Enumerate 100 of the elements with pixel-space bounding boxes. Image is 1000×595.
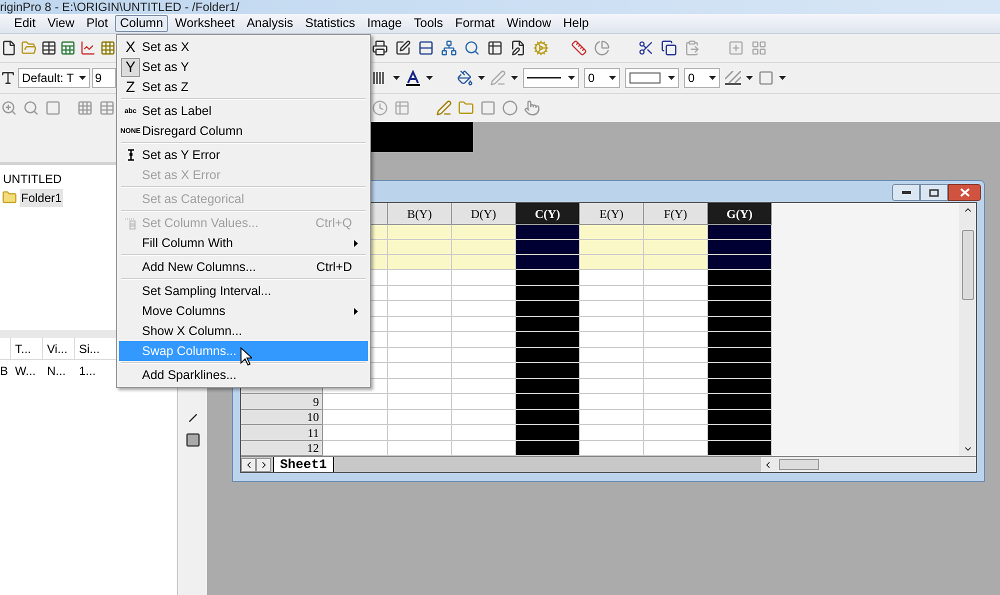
rectangle-tool-icon[interactable] — [184, 432, 200, 448]
menu-item[interactable]: Set as Y Error — [119, 145, 368, 165]
menu-item[interactable]: Add Sparklines... — [119, 365, 368, 385]
menu-bar-item[interactable]: Window — [502, 15, 556, 32]
menu-item[interactable]: Set Sampling Interval... — [119, 281, 368, 301]
table-cell — [452, 270, 516, 286]
fill-color-icon[interactable] — [457, 70, 473, 86]
menu-item[interactable]: Show X Column... — [119, 321, 368, 341]
dropdown-arrow-icon[interactable] — [478, 76, 485, 80]
dropdown-arrow-icon[interactable] — [779, 76, 786, 80]
menu-bar-item[interactable]: Worksheet — [170, 15, 240, 32]
table-icon[interactable] — [40, 40, 56, 56]
list-column-header[interactable]: T... — [10, 338, 42, 359]
dropdown-arrow-icon[interactable] — [393, 76, 400, 80]
dropdown-arrow-icon[interactable] — [709, 76, 716, 80]
menu-bar-item[interactable]: Analysis — [242, 15, 298, 32]
menu-bar-item[interactable]: Column — [114, 15, 168, 32]
column-header[interactable]: B(Y) — [388, 203, 452, 225]
restore-button[interactable] — [920, 184, 948, 201]
table-icon[interactable] — [487, 40, 503, 56]
table-cell — [644, 255, 708, 270]
dropdown-arrow-icon[interactable] — [426, 76, 433, 80]
tree-item[interactable]: Folder1 — [20, 188, 63, 206]
table-cell — [708, 332, 772, 348]
menu-item[interactable]: Y Set as Y — [119, 57, 368, 77]
list-column-header[interactable]: Si... — [74, 338, 106, 359]
row-header-cell[interactable]: 12 — [241, 440, 323, 456]
printer-icon[interactable] — [372, 40, 388, 56]
dropdown-arrow-icon[interactable] — [568, 76, 575, 80]
menu-item[interactable]: X Set as X — [119, 37, 368, 57]
row-header-cell[interactable]: 10 — [241, 410, 323, 425]
menu-item[interactable]: Fill Column With — [119, 233, 368, 253]
dropdown-field[interactable] — [625, 68, 679, 88]
dropdown-arrow-icon[interactable] — [79, 76, 86, 80]
previous-sheet-button[interactable] — [241, 458, 256, 472]
hierarchy-icon[interactable] — [441, 40, 457, 56]
close-button[interactable] — [948, 184, 981, 201]
minimize-button[interactable] — [892, 184, 920, 201]
menu-bar-item[interactable]: Tools — [408, 15, 448, 32]
scroll-thumb[interactable] — [779, 459, 819, 470]
menu-bar-item[interactable]: Image — [362, 15, 407, 32]
list-column-header[interactable]: Vi... — [42, 338, 74, 359]
border-icon[interactable] — [758, 70, 774, 86]
row-header-cell[interactable]: 11 — [241, 425, 323, 440]
line-color-icon[interactable] — [490, 70, 506, 86]
menu-item[interactable]: Z Set as Z — [119, 77, 368, 97]
edit-square-icon[interactable] — [395, 40, 411, 56]
window-title: riginPro 8 - E:\ORIGIN\UNTITLED - /Folder1/ — [0, 1, 240, 13]
dropdown-arrow-icon[interactable] — [609, 76, 616, 80]
vertical-scrollbar[interactable] — [959, 203, 976, 456]
ruler-icon[interactable] — [571, 40, 587, 56]
search-icon[interactable] — [464, 40, 480, 56]
dropdown-field[interactable]: 0 — [584, 68, 620, 88]
pen-icon[interactable] — [436, 100, 452, 116]
menu-bar-item[interactable]: Edit — [9, 15, 41, 32]
font-color-icon[interactable] — [405, 70, 421, 86]
rows-icon[interactable] — [418, 40, 434, 56]
hatch-pattern-icon[interactable] — [725, 71, 741, 85]
sheet-tab[interactable]: Sheet1 — [273, 457, 334, 472]
dropdown-arrow-icon[interactable] — [668, 76, 675, 80]
next-sheet-button[interactable] — [256, 458, 271, 472]
edit-document-icon[interactable] — [510, 40, 526, 56]
table-cell — [388, 425, 452, 440]
font-size-field[interactable]: 9 — [92, 68, 116, 88]
submenu-arrow-icon — [354, 308, 358, 314]
column-header[interactable]: C(Y) — [516, 203, 580, 225]
horizontal-scrollbar[interactable] — [761, 457, 976, 472]
dropdown-field[interactable] — [523, 68, 579, 88]
row-header-cell[interactable]: 9 — [241, 394, 323, 410]
menu-item[interactable]: Add New Columns... Ctrl+D — [119, 257, 368, 277]
table-cell — [516, 255, 580, 270]
column-header[interactable]: D(Y) — [452, 203, 516, 225]
dropdown-field[interactable]: Default: T — [18, 68, 90, 88]
table-cell — [708, 240, 772, 255]
dropdown-field[interactable]: 0 — [684, 68, 720, 88]
menu-bar-item[interactable]: Help — [558, 15, 594, 32]
copy-icon[interactable] — [661, 40, 677, 56]
grid-icon[interactable] — [100, 40, 116, 56]
menu-bar-item[interactable]: Format — [450, 15, 500, 32]
table-cell — [708, 348, 772, 363]
menu-item[interactable]: Move Columns — [119, 301, 368, 321]
dropdown-arrow-icon[interactable] — [746, 76, 753, 80]
clock-icon[interactable] — [372, 100, 388, 116]
dropdown-arrow-icon[interactable] — [511, 76, 518, 80]
table-cell — [516, 240, 580, 255]
tree-item[interactable]: UNTITLED — [2, 170, 63, 188]
line-chart-icon[interactable] — [80, 40, 96, 56]
menu-bar-item[interactable]: Statistics — [300, 15, 360, 32]
new-file-icon[interactable] — [1, 40, 17, 56]
scroll-thumb[interactable] — [962, 230, 974, 300]
column-header[interactable]: G(Y) — [708, 203, 772, 225]
error-bar-icon — [128, 149, 134, 161]
font-icon[interactable] — [0, 70, 16, 86]
column-header[interactable]: E(Y) — [580, 203, 644, 225]
cut-icon[interactable] — [638, 40, 654, 56]
menu-bar-item[interactable]: View — [42, 15, 80, 32]
menu-bar-item[interactable]: Plot — [81, 15, 113, 32]
column-header[interactable]: F(Y) — [644, 203, 708, 225]
table-cell — [388, 270, 452, 286]
spreadsheet-icon[interactable] — [60, 40, 76, 56]
